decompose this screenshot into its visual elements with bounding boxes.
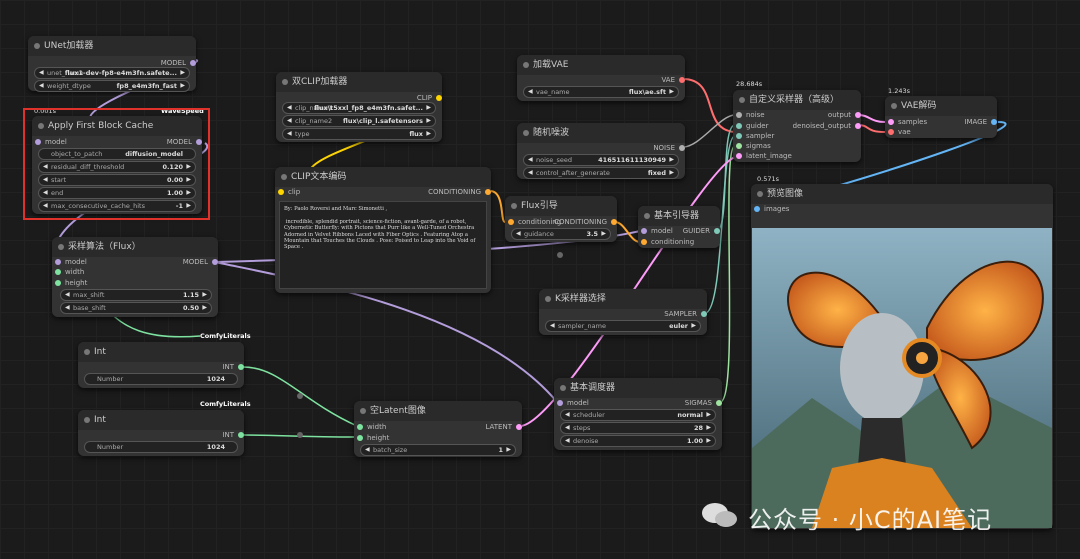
batch-size-widget[interactable]: ◀ batch_size 1 ▶ — [360, 444, 516, 456]
node-title: 基本调度器 — [554, 378, 722, 398]
dual-clip-loader-node[interactable]: 双CLIP加载器 CLIP ◀ clip_name1 flux\t5xxl_fp8_… — [276, 72, 442, 142]
conditioning-output[interactable]: CONDITIONING — [547, 217, 617, 227]
latent-output[interactable]: LATENT — [462, 422, 522, 432]
clip-input[interactable]: clip — [278, 187, 300, 197]
basic-guider-node[interactable]: 基本引导器 model GUIDER conditioning — [638, 206, 720, 248]
output-slot[interactable]: output — [801, 110, 861, 120]
model-input[interactable]: model — [55, 257, 87, 267]
node-title: 自定义采样器（高级） — [733, 90, 861, 110]
int-output[interactable]: INT — [194, 362, 244, 372]
exec-time: 1.243s — [888, 87, 910, 95]
images-input[interactable]: images — [754, 204, 789, 214]
conditioning-input[interactable]: conditioning — [641, 237, 694, 247]
random-noise-node[interactable]: 随机噪波 NOISE ◀ noise_seed 416511611130949 ▶ ◀… — [517, 123, 685, 179]
vae-name-widget[interactable]: ◀ vae_name flux\ae.sft ▶ — [523, 86, 679, 98]
model-input[interactable]: model — [641, 226, 673, 236]
sampler-name-widget[interactable]: ◀ sampler_name euler ▶ — [545, 320, 701, 332]
guider-output[interactable]: GUIDER — [670, 226, 720, 236]
vae-loader-node[interactable]: 加载VAE VAE ◀ vae_name flux\ae.sft ▶ — [517, 55, 685, 101]
weight-dtype-widget[interactable]: ◀ weight_dtype fp8_e4m3fn_fast ▶ — [34, 80, 190, 92]
height-input[interactable]: height — [55, 278, 87, 288]
node-title: Flux引导 — [505, 196, 617, 216]
denoised-output-slot[interactable]: denoised_output — [781, 121, 861, 131]
node-title: Int — [78, 342, 244, 362]
control-after-generate-widget[interactable]: ◀ control_after_generate fixed ▶ — [523, 167, 679, 179]
node-title: Int — [78, 410, 244, 430]
base-shift-widget[interactable]: ◀ base_shift 0.50 ▶ — [60, 302, 212, 314]
conditioning-output[interactable]: CONDITIONING — [401, 187, 491, 197]
vae-output[interactable]: VAE — [635, 75, 685, 85]
comfyliterals-badge: ComfyLiterals — [200, 400, 251, 408]
node-title: 预览图像 — [751, 184, 1053, 204]
wechat-icon — [702, 503, 737, 527]
model-output[interactable]: MODEL — [158, 257, 218, 267]
highlight-box — [23, 108, 210, 220]
clip-type-widget[interactable]: ◀ type flux ▶ — [282, 128, 436, 140]
preview-image-node[interactable]: 预览图像 images — [751, 184, 1053, 529]
node-title: 双CLIP加载器 — [276, 72, 442, 92]
node-title: 随机噪波 — [517, 123, 685, 143]
samples-input[interactable]: samples — [888, 117, 927, 127]
width-input[interactable]: width — [55, 267, 84, 277]
basic-scheduler-node[interactable]: 基本调度器 model SIGMAS ◀ scheduler normal ▶ ◀ st… — [554, 378, 722, 450]
unet-name-widget[interactable]: ◀ unet_name flux1-dev-fp8-e4m3fn.safete...… — [34, 67, 190, 79]
noise-seed-widget[interactable]: ◀ noise_seed 416511611130949 ▶ — [523, 154, 679, 166]
node-title: 采样算法（Flux） — [52, 237, 218, 257]
sampler-input[interactable]: sampler — [736, 131, 774, 141]
sigmas-output[interactable]: SIGMAS — [662, 398, 722, 408]
node-title: VAE解码 — [885, 96, 997, 116]
prompt-textarea[interactable]: By: Paolo Roversi and Marc Simonetti , i… — [279, 201, 487, 289]
noise-output[interactable]: NOISE — [635, 143, 685, 153]
sigmas-input[interactable]: sigmas — [736, 141, 771, 151]
scheduler-widget[interactable]: ◀ scheduler normal ▶ — [560, 409, 716, 421]
clip-name2-widget[interactable]: ◀ clip_name2 flux\clip_l.safetensors ▶ — [282, 115, 436, 127]
unet-loader-node[interactable]: UNet加载器 MODEL ◀ unet_name flux1-dev-fp8-e4… — [28, 36, 196, 92]
model-sampling-flux-node[interactable]: 采样算法（Flux） model MODEL width height ◀ max… — [52, 237, 218, 317]
image-output[interactable]: IMAGE — [947, 117, 997, 127]
flux-guidance-node[interactable]: Flux引导 conditioning CONDITIONING ◀ guidan… — [505, 196, 617, 242]
guidance-widget[interactable]: ◀ guidance 3.5 ▶ — [511, 228, 611, 240]
denoise-widget[interactable]: ◀ denoise 1.00 ▶ — [560, 435, 716, 447]
node-title: 基本引导器 — [638, 206, 720, 226]
clip-name1-widget[interactable]: ◀ clip_name1 flux\t5xxl_fp8_e4m3fn.safet..… — [282, 102, 436, 114]
int-output[interactable]: INT — [194, 430, 244, 440]
node-title: K采样器选择 — [539, 289, 707, 309]
height-input[interactable]: height — [357, 433, 389, 443]
sampler-output[interactable]: SAMPLER — [647, 309, 707, 319]
guider-input[interactable]: guider — [736, 121, 768, 131]
exec-time: 0.571s — [757, 175, 779, 183]
noise-input[interactable]: noise — [736, 110, 765, 120]
vae-decode-node[interactable]: VAE解码 samples IMAGE vae — [885, 96, 997, 138]
comfyliterals-badge: ComfyLiterals — [200, 332, 251, 340]
watermark-text: 公众号 · 小C的AI笔记 — [748, 506, 993, 534]
node-title: CLIP文本编码 — [275, 167, 491, 187]
node-title: 空Latent图像 — [354, 401, 522, 421]
int-node-1[interactable]: Int INT Number 1024 — [78, 342, 244, 388]
preview-image — [752, 228, 1052, 528]
width-input[interactable]: width — [357, 422, 386, 432]
number-widget[interactable]: Number 1024 — [84, 373, 238, 385]
custom-sampler-advanced-node[interactable]: 自定义采样器（高级） noise output guider denoised_… — [733, 90, 861, 162]
clip-text-encode-node[interactable]: CLIP文本编码 clip CONDITIONING By: Paolo Rov… — [275, 167, 491, 293]
exec-time: 28.684s — [736, 80, 763, 88]
node-title: 加载VAE — [517, 55, 685, 75]
latent-image-input[interactable]: latent_image — [736, 151, 792, 161]
model-input[interactable]: model — [557, 398, 589, 408]
ksampler-select-node[interactable]: K采样器选择 SAMPLER ◀ sampler_name euler ▶ — [539, 289, 707, 335]
empty-latent-node[interactable]: 空Latent图像 width LATENT height ◀ batch_siz… — [354, 401, 522, 457]
int-node-2[interactable]: Int INT Number 1024 — [78, 410, 244, 456]
number-widget[interactable]: Number 1024 — [84, 441, 238, 453]
node-title: UNet加载器 — [28, 36, 196, 56]
max-shift-widget[interactable]: ◀ max_shift 1.15 ▶ — [60, 289, 212, 301]
steps-widget[interactable]: ◀ steps 28 ▶ — [560, 422, 716, 434]
vae-input[interactable]: vae — [888, 127, 911, 137]
